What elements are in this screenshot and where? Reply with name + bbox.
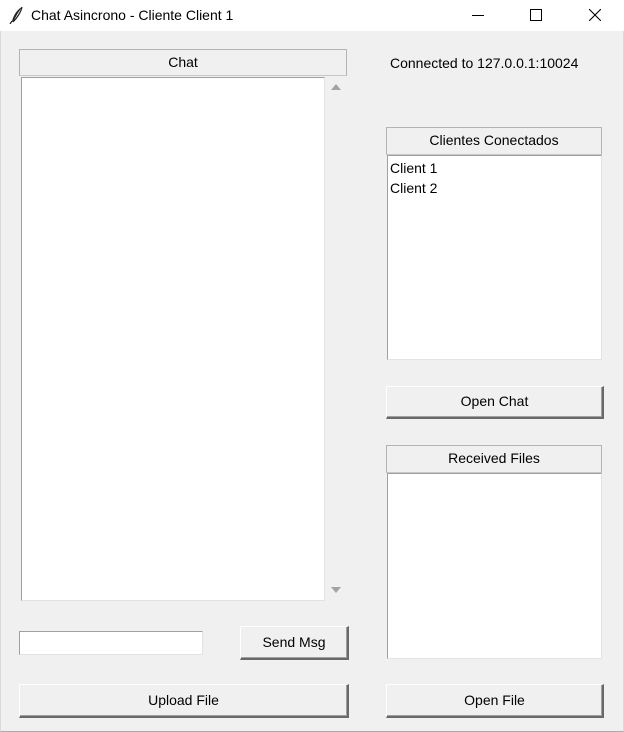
open-file-button[interactable]: Open File: [386, 684, 604, 718]
connection-status: Connected to 127.0.0.1:10024: [390, 55, 579, 71]
list-item[interactable]: Client 2: [388, 178, 601, 198]
received-files-header-label: Received Files: [448, 450, 540, 466]
send-message-label: Send Msg: [262, 634, 326, 650]
feather-icon: [9, 6, 23, 24]
chat-scrollbar[interactable]: [327, 77, 347, 601]
window-client-area: Chat Connected to 127.0.0.1:10024 Client…: [0, 31, 624, 732]
title-bar[interactable]: Chat Asincrono - Cliente Client 1: [0, 0, 624, 31]
open-file-label: Open File: [464, 692, 525, 708]
chat-header: Chat: [19, 49, 347, 76]
list-item[interactable]: Client 1: [388, 158, 601, 178]
close-icon: [589, 9, 601, 21]
maximize-button[interactable]: [513, 0, 559, 31]
minimize-icon: [472, 15, 484, 16]
received-files-listbox[interactable]: [387, 473, 602, 659]
clients-header: Clientes Conectados: [386, 127, 602, 155]
upload-file-label: Upload File: [148, 692, 219, 708]
scroll-down-arrow-icon[interactable]: [331, 587, 341, 593]
open-chat-label: Open Chat: [460, 393, 529, 409]
close-button[interactable]: [572, 0, 618, 31]
chat-messages-area[interactable]: [21, 77, 325, 601]
received-files-header: Received Files: [386, 445, 602, 473]
clients-listbox[interactable]: Client 1 Client 2: [387, 155, 602, 360]
message-input[interactable]: [19, 631, 203, 655]
minimize-button[interactable]: [455, 0, 501, 31]
chat-header-label: Chat: [168, 54, 198, 70]
send-message-button[interactable]: Send Msg: [240, 626, 349, 660]
window-title: Chat Asincrono - Cliente Client 1: [31, 7, 234, 23]
scroll-up-arrow-icon[interactable]: [331, 84, 341, 90]
clients-header-label: Clientes Conectados: [429, 132, 559, 148]
maximize-icon: [530, 9, 542, 21]
upload-file-button[interactable]: Upload File: [19, 684, 349, 718]
open-chat-button[interactable]: Open Chat: [386, 386, 604, 419]
